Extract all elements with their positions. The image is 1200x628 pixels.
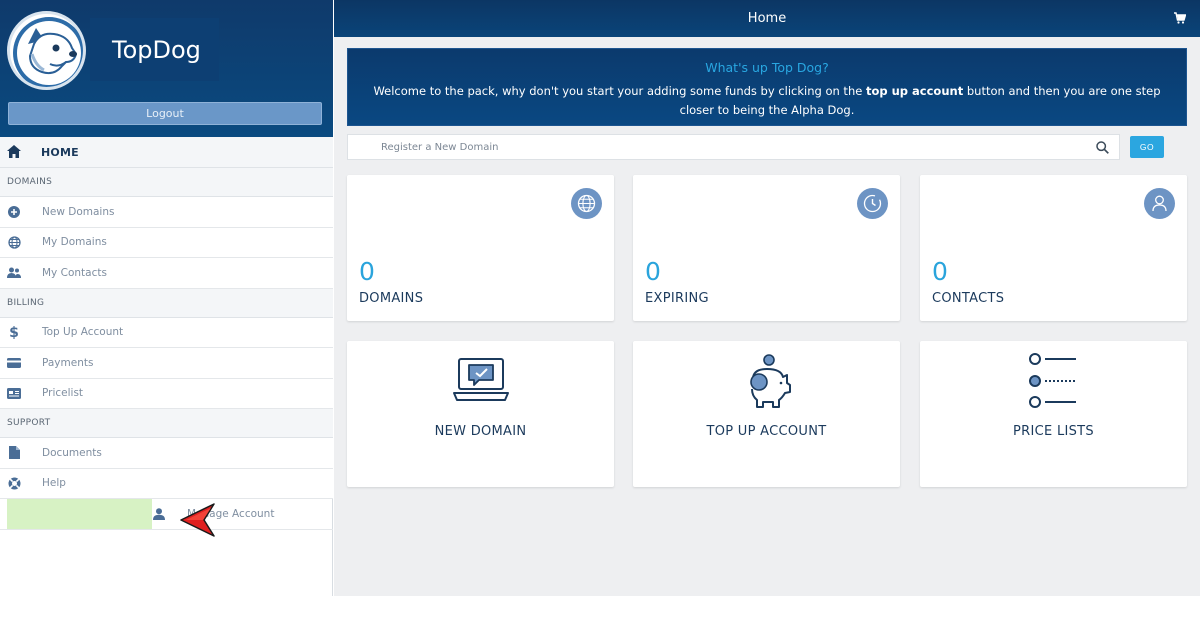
sidebar-item-home[interactable]: HOME: [0, 137, 333, 168]
pricelist-icon: [7, 386, 21, 400]
plus-circle-icon: [7, 205, 21, 219]
contacts-label: CONTACTS: [932, 291, 1005, 306]
welcome-banner: What's up Top Dog? Welcome to the pack, …: [347, 48, 1187, 126]
sidebar-item-label: New Domains: [42, 205, 115, 218]
sidebar-item-label: Payments: [42, 356, 94, 369]
expiring-count: 0: [645, 257, 661, 286]
new-domain-label: NEW DOMAIN: [434, 424, 527, 439]
globe-icon: [7, 235, 21, 249]
domain-search-bar: [347, 134, 1120, 160]
brand-box: TopDog: [90, 18, 219, 81]
search-icon[interactable]: [1096, 141, 1109, 154]
domains-count: 0: [359, 257, 375, 286]
list-icon: [1028, 353, 1076, 408]
section-billing: BILLING: [0, 288, 333, 318]
sidebar-item-my-contacts[interactable]: My Contacts: [0, 258, 333, 289]
top-up-account-label: TOP UP ACCOUNT: [706, 424, 827, 439]
expiring-stat-card[interactable]: 0 EXPIRING: [633, 175, 900, 321]
sidebar-item-payments[interactable]: Payments: [0, 348, 333, 379]
sidebar-item-label: My Contacts: [42, 266, 107, 279]
user-icon: [152, 507, 166, 521]
section-domains: DOMAINS: [0, 168, 333, 197]
sidebar: TopDog Logout HOME DOMAINS New Domains M…: [0, 0, 333, 596]
top-bar: Home: [334, 0, 1200, 37]
sidebar-item-my-domains[interactable]: My Domains: [0, 227, 333, 258]
top-up-account-card[interactable]: TOP UP ACCOUNT: [633, 341, 900, 487]
section-support: SUPPORT: [0, 409, 333, 438]
dollar-icon: $: [7, 325, 21, 339]
document-icon: [7, 446, 21, 460]
price-lists-label: PRICE LISTS: [1013, 424, 1094, 439]
contacts-stat-card[interactable]: 0 CONTACTS: [920, 175, 1187, 321]
logout-button[interactable]: Logout: [8, 102, 322, 125]
page-title: Home: [747, 11, 787, 26]
laptop-chat-icon: [452, 358, 509, 401]
sidebar-nav: HOME DOMAINS New Domains My Domains My C…: [0, 137, 333, 530]
lifebuoy-icon: [7, 476, 21, 490]
price-lists-card[interactable]: PRICE LISTS: [920, 341, 1187, 487]
domains-label: DOMAINS: [359, 291, 424, 306]
welcome-text-bold: top up account: [865, 84, 964, 98]
globe-icon: [571, 188, 602, 219]
home-icon: [7, 143, 21, 162]
clock-icon: [857, 188, 888, 219]
welcome-text-before: Welcome to the pack, why don't you start…: [373, 84, 866, 98]
cart-icon[interactable]: [1174, 12, 1186, 24]
sidebar-item-label: Documents: [42, 446, 102, 459]
domains-stat-card[interactable]: 0 DOMAINS: [347, 175, 614, 321]
sidebar-item-top-up-account[interactable]: $ Top Up Account: [0, 317, 333, 348]
sidebar-item-documents[interactable]: Documents: [0, 438, 333, 469]
main-content: Home What's up Top Dog? Welcome to the p…: [334, 0, 1200, 596]
new-domain-card[interactable]: NEW DOMAIN: [347, 341, 614, 487]
sidebar-item-pricelist[interactable]: Pricelist: [0, 378, 333, 409]
user-icon: [1144, 188, 1175, 219]
brand-name: TopDog: [112, 35, 201, 64]
sidebar-item-new-domains[interactable]: New Domains: [0, 197, 333, 228]
go-button[interactable]: GO: [1130, 136, 1164, 158]
contacts-count: 0: [932, 257, 948, 286]
sidebar-header: TopDog Logout: [0, 0, 333, 137]
piggy-bank-icon: [749, 354, 791, 408]
welcome-title: What's up Top Dog?: [705, 60, 829, 75]
highlight-background: [7, 499, 152, 529]
sidebar-item-label: HOME: [41, 145, 79, 159]
credit-card-icon: [7, 356, 21, 370]
welcome-text: Welcome to the pack, why don't you start…: [348, 82, 1186, 120]
red-pointer-arrow-icon: [180, 503, 215, 537]
dog-logo: [7, 11, 86, 90]
sidebar-item-label: My Domains: [42, 236, 107, 249]
sidebar-item-manage-account[interactable]: Manage Account: [0, 499, 333, 530]
svg-text:$: $: [9, 325, 19, 339]
sidebar-item-label: Top Up Account: [42, 326, 124, 339]
sidebar-item-label: Pricelist: [42, 387, 84, 400]
users-icon: [7, 266, 21, 280]
sidebar-item-label: Help: [42, 477, 66, 490]
expiring-label: EXPIRING: [645, 291, 709, 306]
sidebar-item-help[interactable]: Help: [0, 468, 333, 499]
register-domain-input[interactable]: [348, 135, 1088, 159]
